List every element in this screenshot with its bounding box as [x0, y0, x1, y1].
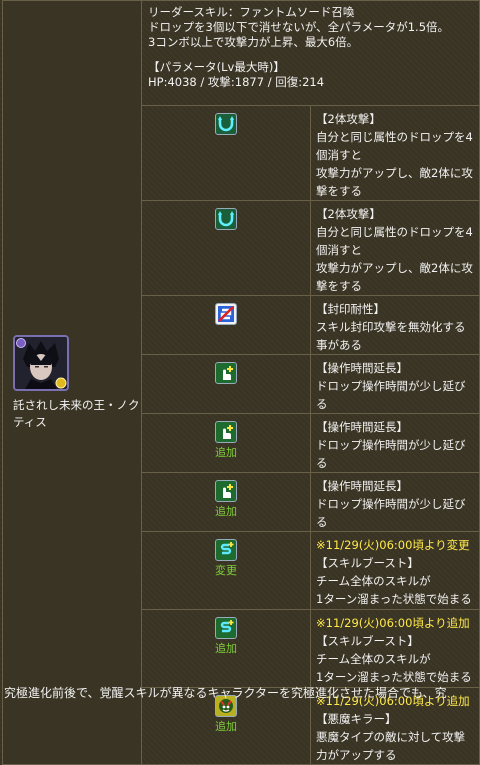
- character-name[interactable]: 託されし未来の王・ノクティス: [13, 397, 143, 431]
- awakening-title: 【スキルブースト】: [316, 556, 419, 570]
- added-tag: 追加: [215, 720, 237, 733]
- two-way-attack-icon[interactable]: [215, 113, 237, 135]
- monster-detail-table: 託されし未来の王・ノクティス リーダースキル：ファントムソード召喚 ドロップを3…: [2, 0, 480, 765]
- change-note: ※11/29(火)06:00頃より追加: [316, 616, 470, 630]
- awakening-row: ※11/29(火)06:00頃より変更 【スキルブースト】 チーム全体のスキルが…: [310, 531, 480, 610]
- awakening-row: 【操作時間延長】 ドロップ操作時間が少し延びる: [310, 354, 480, 414]
- character-portrait[interactable]: [13, 334, 69, 391]
- awakening-row: 【2体攻撃】 自分と同じ属性のドロップを4個消すと 攻撃力がアップし、敵2体に攻…: [310, 200, 480, 296]
- awakening-title: 【封印耐性】: [316, 302, 385, 316]
- awakening-desc: チーム全体のスキルが: [316, 574, 431, 588]
- extend-time-icon[interactable]: [215, 480, 237, 502]
- change-note: ※11/29(火)06:00頃より変更: [316, 538, 470, 552]
- noctis-portrait-image: [15, 336, 67, 389]
- awakening-desc: 悪魔タイプの敵に対して攻撃力がアップする: [316, 730, 466, 762]
- leader-skill-desc-1: ドロップを3個以下で消せないが、全パラメータが1.5倍。: [148, 20, 450, 34]
- awakening-title: 【2体攻撃】: [316, 112, 381, 126]
- awakening-desc: チーム全体のスキルが: [316, 652, 431, 666]
- param-title: 【パラメータ(Lv最大時)】: [148, 60, 285, 74]
- skill-boost-icon[interactable]: [215, 539, 237, 561]
- param-values: HP:4038 / 攻撃:1877 / 回復:214: [148, 75, 325, 89]
- two-way-attack-icon[interactable]: [215, 208, 237, 230]
- awakening-desc: 攻撃力がアップし、敵2体に攻撃をする: [316, 166, 473, 198]
- footer-note: 究極進化前後で、覚醒スキルが異なるキャラクターを究極進化させた場合でも、究: [4, 686, 447, 700]
- leader-skill-cell: リーダースキル：ファントムソード召喚 ドロップを3個以下で消せないが、全パラメー…: [141, 0, 480, 106]
- awakening-row: 【操作時間延長】 ドロップ操作時間が少し延びる: [310, 472, 480, 532]
- skill-boost-icon[interactable]: [215, 617, 237, 639]
- extend-time-icon[interactable]: [215, 362, 237, 384]
- leader-skill-name: リーダースキル：ファントムソード召喚: [148, 5, 355, 19]
- added-tag: 追加: [215, 446, 237, 459]
- skill-bind-resist-icon[interactable]: [215, 303, 237, 325]
- awakening-desc: 自分と同じ属性のドロップを4個消すと: [316, 130, 473, 162]
- character-cell: 託されし未来の王・ノクティス: [2, 0, 143, 765]
- extend-time-icon[interactable]: [215, 421, 237, 443]
- awakening-title: 【操作時間延長】: [316, 420, 408, 434]
- awakening-row: 【封印耐性】 スキル封印攻撃を無効化する事がある: [310, 295, 480, 355]
- awakening-title: 【スキルブースト】: [316, 634, 419, 648]
- awakening-title: 【2体攻撃】: [316, 207, 381, 221]
- awakening-desc: ドロップ操作時間が少し延びる: [316, 497, 466, 529]
- awakening-desc: 1ターン溜まった状態で始まる: [316, 592, 472, 606]
- awakening-desc: 攻撃力がアップし、敵2体に攻撃をする: [316, 261, 473, 293]
- added-tag: 追加: [215, 505, 237, 518]
- awakening-desc: 自分と同じ属性のドロップを4個消すと: [316, 225, 473, 257]
- awakening-title: 【操作時間延長】: [316, 479, 408, 493]
- added-tag: 追加: [215, 642, 237, 655]
- awakening-desc: スキル封印攻撃を無効化する事がある: [316, 320, 466, 352]
- awakening-row: 【操作時間延長】 ドロップ操作時間が少し延びる: [310, 413, 480, 473]
- awakening-row: 【2体攻撃】 自分と同じ属性のドロップを4個消すと 攻撃力がアップし、敵2体に攻…: [310, 105, 480, 201]
- awakening-row: ※11/29(火)06:00頃より追加 【スキルブースト】 チーム全体のスキルが…: [310, 609, 480, 688]
- awakening-desc: ドロップ操作時間が少し延びる: [316, 438, 466, 470]
- leader-skill-desc-2: 3コンボ以上で攻撃力が上昇、最大6倍。: [148, 35, 359, 49]
- changed-tag: 変更: [215, 564, 237, 577]
- awakening-desc: ドロップ操作時間が少し延びる: [316, 379, 466, 411]
- awakening-title: 【操作時間延長】: [316, 361, 408, 375]
- awakening-title: 【悪魔キラー】: [316, 712, 397, 726]
